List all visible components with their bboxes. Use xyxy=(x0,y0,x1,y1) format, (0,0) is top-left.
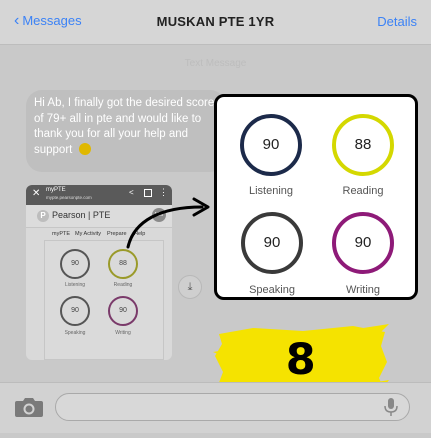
score-ring-listening: 90 xyxy=(240,114,302,176)
camera-icon[interactable] xyxy=(14,396,44,418)
message-text: Hi Ab, I finally got the desired score o… xyxy=(34,97,215,156)
close-icon: ✕ xyxy=(32,188,41,199)
browser-url: mypte.pearsonpte.com xyxy=(46,195,92,200)
score-label-reading: Reading xyxy=(342,185,384,197)
microphone-icon[interactable] xyxy=(382,397,400,417)
conversation-title: MUSKAN PTE 1YR xyxy=(156,14,275,29)
message-bubble[interactable]: Hi Ab, I finally got the desired score o… xyxy=(26,90,226,172)
score-ring-speaking: 90 xyxy=(241,212,303,274)
pearson-logo-icon: P xyxy=(37,210,49,222)
details-button[interactable]: Details xyxy=(377,14,417,29)
nav-item: My Activity xyxy=(75,231,101,237)
mini-score-ring: 90 xyxy=(60,249,90,279)
mini-score-label: Reading xyxy=(113,282,133,288)
mini-score-label: Speaking xyxy=(64,330,86,336)
message-timestamp: Text Message xyxy=(184,58,247,69)
smile-emoji-icon xyxy=(78,142,91,155)
score-label-speaking: Speaking xyxy=(249,284,295,296)
download-icon[interactable]: ⤓ xyxy=(178,275,202,299)
score-label-listening: Listening xyxy=(248,185,294,197)
brand-name: Pearson | PTE xyxy=(52,210,111,220)
message-input[interactable] xyxy=(55,393,410,421)
mini-score-ring: 90 xyxy=(108,296,138,326)
mini-score-ring: 90 xyxy=(60,296,90,326)
nav-item: myPTE xyxy=(52,231,71,237)
score-ring-reading: 88 xyxy=(332,114,394,176)
score-ring-writing: 90 xyxy=(332,212,394,274)
mini-score-label: Listening xyxy=(64,282,85,288)
browser-app-name: myPTE xyxy=(46,187,66,193)
mini-score-label: Writing xyxy=(115,330,131,336)
score-label-writing: Writing xyxy=(345,284,381,296)
curved-arrow-icon xyxy=(126,197,210,249)
